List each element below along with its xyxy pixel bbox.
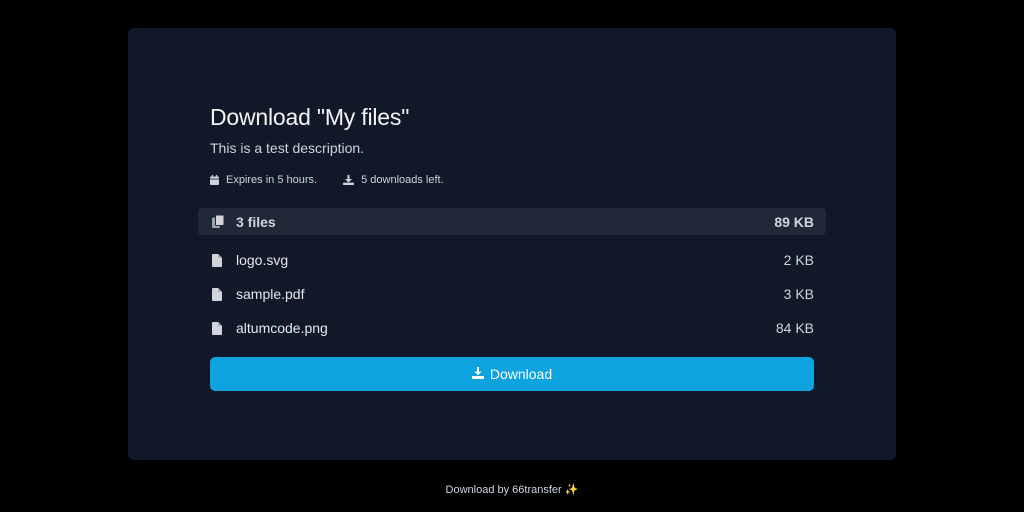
file-icon [212, 287, 223, 301]
files-summary: 3 files 89 KB [198, 208, 826, 235]
file-name: sample.pdf [236, 286, 305, 302]
file-size: 2 KB [783, 252, 814, 268]
expiry-info: Expires in 5 hours. [210, 174, 317, 186]
list-item: sample.pdf 3 KB [210, 277, 814, 311]
download-button[interactable]: Download [210, 357, 814, 391]
download-icon [471, 366, 484, 382]
file-name: logo.svg [236, 252, 289, 268]
sparkles-emoji: ✨ [564, 484, 579, 496]
files-total-size: 89 KB [774, 213, 814, 230]
footer-text[interactable]: Download by 66transfer [446, 484, 562, 496]
file-list: logo.svg 2 KB sample.pdf 3 KB altumcode.… [210, 243, 814, 345]
downloads-left-info: 5 downloads left. [343, 174, 444, 186]
page-description: This is a test description. [210, 140, 365, 156]
files-count: 3 files [236, 213, 276, 230]
download-content: Download "My files" This is a test descr… [198, 102, 826, 391]
file-icon [212, 321, 223, 335]
file-name: altumcode.png [236, 320, 328, 336]
file-icon [212, 253, 223, 267]
footer: Download by 66transfer ✨ [0, 482, 1024, 498]
expiry-text: Expires in 5 hours. [226, 174, 318, 186]
page-title: Download "My files" [210, 104, 410, 130]
file-size: 3 KB [783, 286, 814, 302]
transfer-meta: Expires in 5 hours. 5 downloads left. [210, 172, 814, 188]
download-icon [343, 175, 355, 185]
file-size: 84 KB [775, 320, 814, 336]
download-card: Download "My files" This is a test descr… [128, 28, 896, 460]
downloads-left-text: 5 downloads left. [361, 174, 444, 186]
download-button-label: Download [489, 366, 553, 382]
files-icon [212, 215, 224, 228]
calendar-icon [210, 175, 219, 185]
list-item: altumcode.png 84 KB [210, 311, 814, 345]
list-item: logo.svg 2 KB [210, 243, 814, 277]
